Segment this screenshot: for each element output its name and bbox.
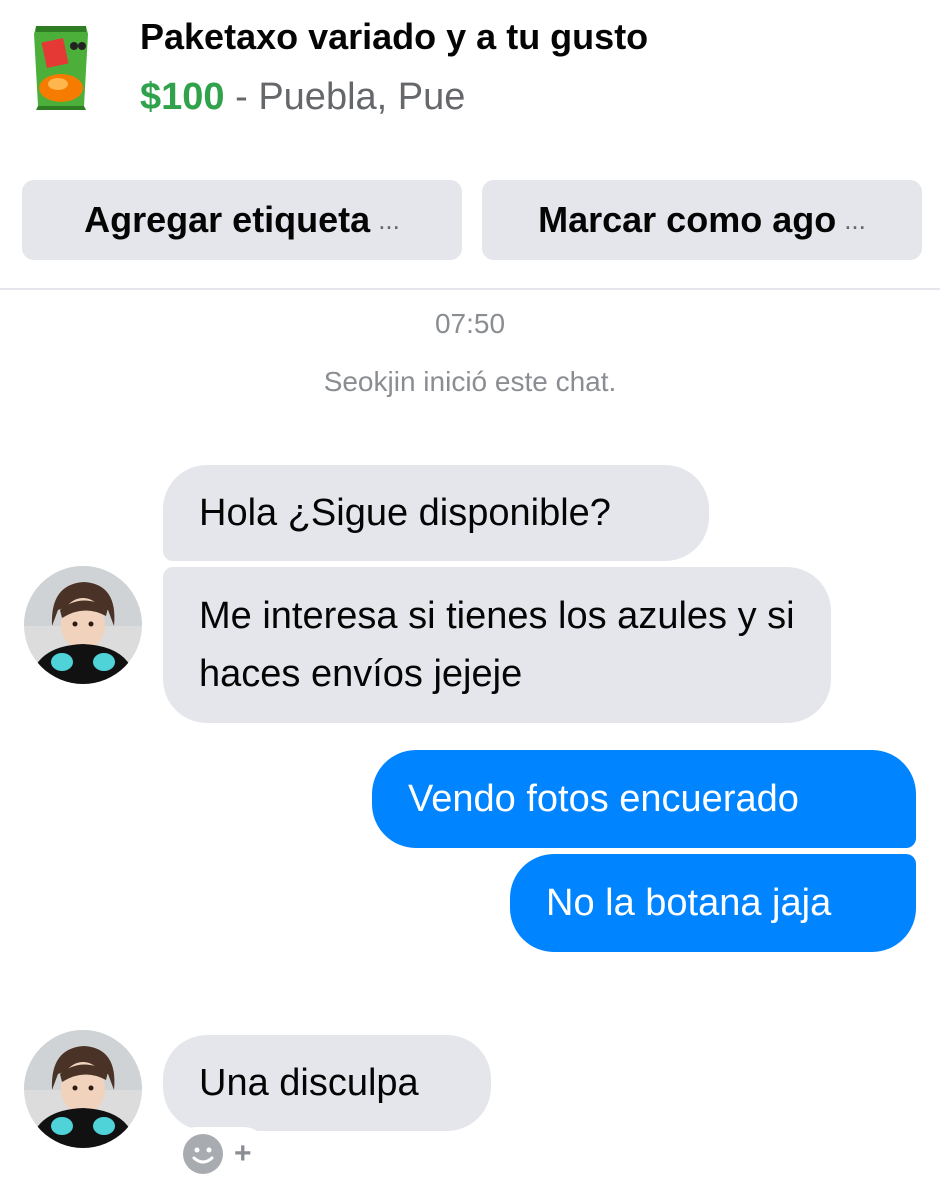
message-text: No la botana jaja (546, 882, 832, 924)
chat-timestamp: 07:50 (434, 308, 506, 339)
header-divider (0, 288, 940, 290)
add-reaction-button[interactable]: + (170, 1127, 270, 1181)
message-bubble-incoming[interactable]: Me interesa si tienes los azules y si ha… (163, 567, 831, 723)
price-separator: - (224, 76, 259, 118)
chat-started-notice: Seokjin inició este chat. (323, 366, 617, 397)
message-text: Hola ¿Sigue disponible? (199, 492, 611, 534)
mark-as-ellipsis: ... (844, 204, 866, 235)
product-price-location: $100 - Puebla, Pue (140, 76, 465, 119)
message-text: Vendo fotos encuerado (408, 778, 799, 820)
add-tag-button[interactable]: Agregar etiqueta... (22, 180, 462, 260)
mark-as-button[interactable]: Marcar como ago... (482, 180, 922, 260)
sender-avatar[interactable] (24, 1030, 142, 1148)
message-bubble-incoming[interactable]: Una disculpa (163, 1035, 491, 1131)
product-location: Puebla, Pue (258, 76, 466, 118)
smiley-icon (183, 1134, 223, 1174)
product-title: Paketaxo variado y a tu gusto (140, 16, 649, 57)
message-bubble-outgoing[interactable]: Vendo fotos encuerado (372, 750, 916, 848)
message-text: Una disculpa (199, 1062, 419, 1104)
snack-bag-thumbnail-icon (34, 26, 88, 110)
sender-avatar[interactable] (24, 566, 142, 684)
message-bubble-incoming[interactable]: Hola ¿Sigue disponible? (163, 465, 709, 561)
message-text: Me interesa si tienes los azules y si ha… (199, 595, 795, 695)
plus-icon: + (234, 1137, 252, 1170)
product-price: $100 (140, 76, 225, 118)
mark-as-label: Marcar como ago (538, 199, 837, 240)
message-bubble-outgoing[interactable]: No la botana jaja (510, 854, 916, 952)
product-header[interactable]: Paketaxo variado y a tu gusto $100 - Pue… (0, 0, 940, 150)
add-tag-ellipsis: ... (378, 204, 400, 235)
add-tag-label: Agregar etiqueta (84, 199, 371, 240)
